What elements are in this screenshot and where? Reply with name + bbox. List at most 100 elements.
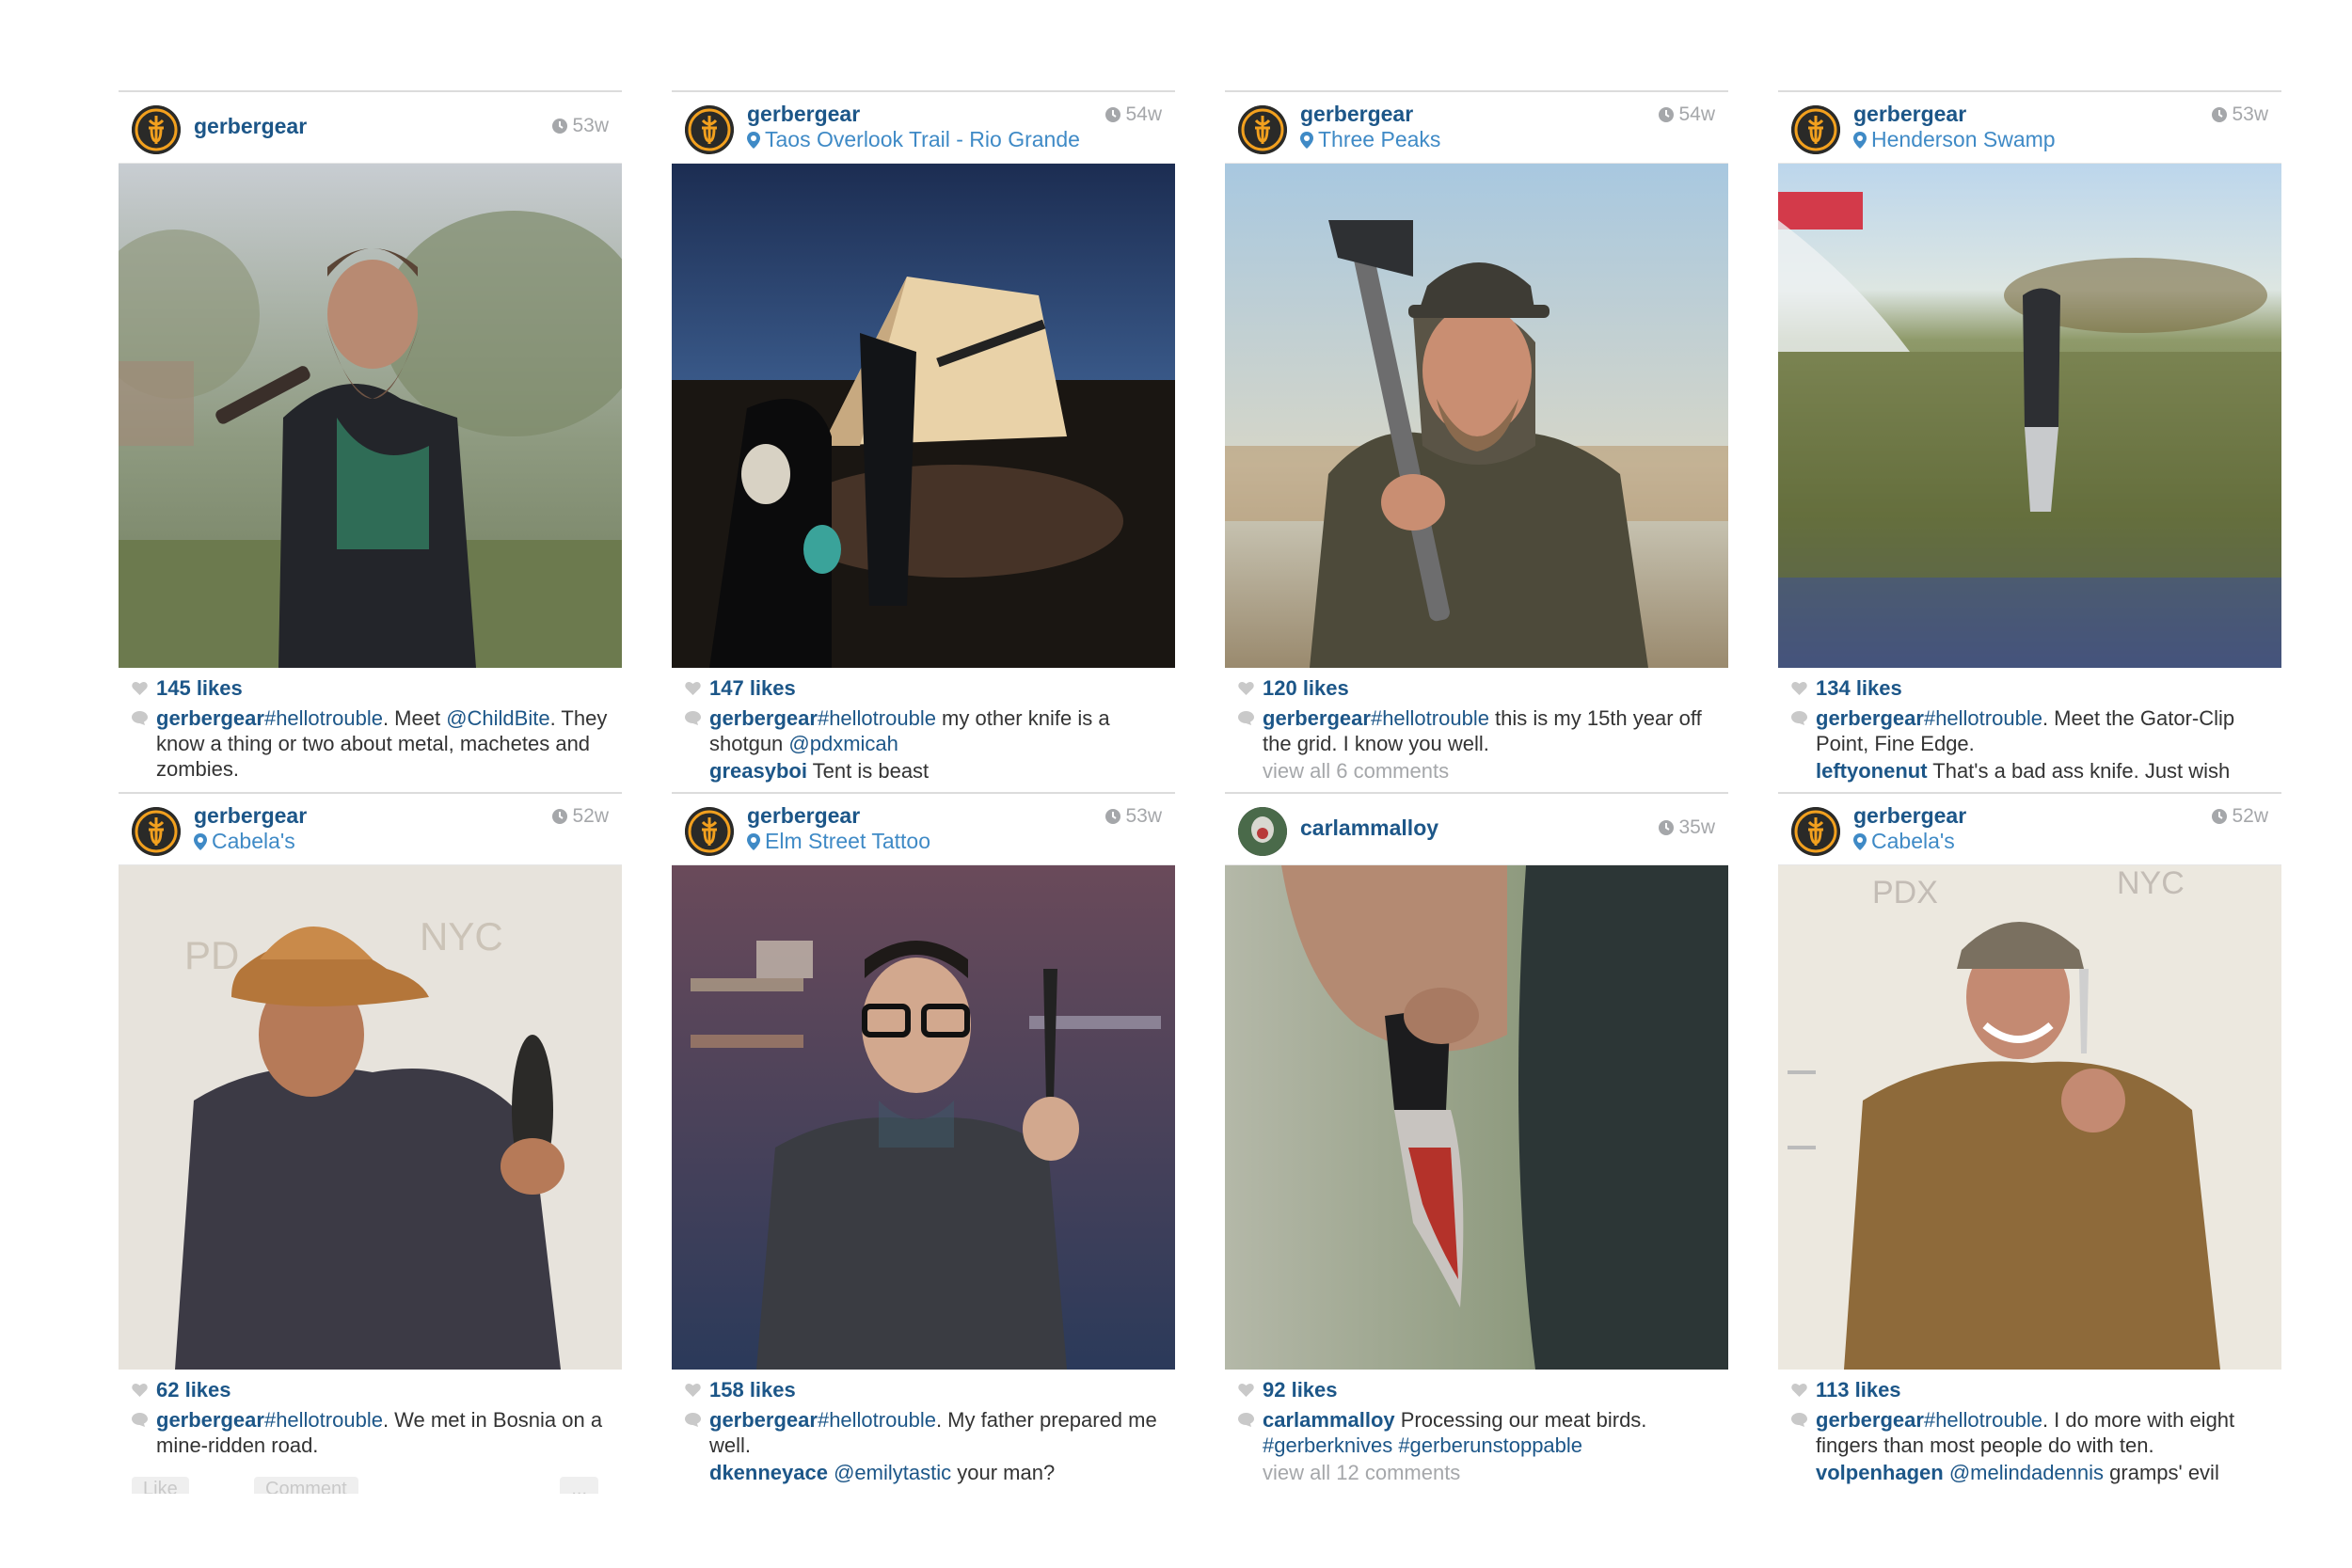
comment-text: That's a bad ass knife. Just wish — [1927, 759, 2231, 783]
likes-label: 147 likes — [709, 676, 796, 700]
gerber-logo-icon[interactable] — [1791, 105, 1840, 154]
post-username[interactable]: carlammalloy — [1300, 816, 1438, 841]
caption-username[interactable]: gerbergear — [1816, 1408, 1924, 1432]
like-button[interactable]: Like — [132, 1477, 189, 1494]
caption-username[interactable]: gerbergear — [709, 706, 818, 730]
heart-icon — [1238, 1378, 1263, 1402]
heart-icon — [685, 676, 709, 700]
gerber-logo-icon[interactable] — [132, 105, 181, 154]
caption-username[interactable]: gerbergear — [709, 1408, 818, 1432]
post-location[interactable]: Three Peaks — [1300, 127, 1440, 152]
post-username[interactable]: gerbergear — [1853, 803, 1966, 829]
post-username[interactable]: gerbergear — [1853, 102, 1966, 127]
post-username[interactable]: gerbergear — [194, 114, 307, 139]
caption-hashtag-link[interactable]: #hellotrouble — [818, 706, 936, 730]
likes-count[interactable]: 158 likes — [685, 1377, 1162, 1403]
caption-hashtag-link[interactable]: #hellotrouble — [1924, 1408, 2042, 1432]
post-header: carlammalloy 35w — [1225, 792, 1728, 865]
location-label: Henderson Swamp — [1871, 127, 2056, 151]
post-meta: 147 likes gerbergear#hellotrouble my oth… — [672, 668, 1175, 784]
avatar[interactable] — [1238, 807, 1287, 856]
post-header: gerbergear 53w — [119, 90, 622, 164]
comment-username[interactable]: leftyonenut — [1816, 759, 1928, 783]
post-username[interactable]: gerbergear — [747, 803, 860, 829]
heart-icon — [685, 1378, 709, 1402]
caption-username[interactable]: gerbergear — [1816, 706, 1924, 730]
more-options-button[interactable]: ... — [560, 1477, 598, 1494]
likes-count[interactable]: 62 likes — [132, 1377, 609, 1403]
post-location[interactable]: Cabela's — [194, 829, 295, 854]
caption-username[interactable]: gerbergear — [156, 1408, 264, 1432]
post-photo[interactable] — [1225, 164, 1728, 668]
likes-count[interactable]: 92 likes — [1238, 1377, 1715, 1403]
post-username[interactable]: gerbergear — [747, 102, 860, 127]
post-location[interactable]: Elm Street Tattoo — [747, 829, 930, 854]
view-all-comments-link[interactable]: view all 6 comments — [1238, 758, 1715, 784]
caption-hashtag-link[interactable]: #hellotrouble — [818, 1408, 936, 1432]
gerber-logo-icon[interactable] — [685, 807, 734, 856]
caption-username[interactable]: gerbergear — [156, 706, 264, 730]
likes-label: 145 likes — [156, 676, 243, 700]
caption-hashtag-link[interactable]: #hellotrouble — [264, 1408, 383, 1432]
gerber-logo-icon[interactable] — [685, 105, 734, 154]
comment-username[interactable]: volpenhagen — [1816, 1461, 1944, 1484]
post-photo[interactable]: PDX NYC — [1778, 865, 2281, 1370]
comment-row: volpenhagen @melindadennis gramps' evil — [1791, 1460, 2268, 1485]
post-photo[interactable] — [672, 164, 1175, 668]
comment-mention-link[interactable]: @emilytastic — [834, 1461, 951, 1484]
post-username[interactable]: gerbergear — [1300, 102, 1413, 127]
gerber-logo-icon[interactable] — [1791, 807, 1840, 856]
comment-bubble-icon — [132, 706, 156, 730]
post-caption: gerbergear#hellotrouble. I do more with … — [1791, 1407, 2268, 1458]
post-caption: gerbergear#hellotrouble my other knife i… — [685, 705, 1162, 756]
likes-count[interactable]: 120 likes — [1238, 675, 1715, 702]
caption-username[interactable]: carlammalloy — [1263, 1408, 1395, 1432]
likes-count[interactable]: 113 likes — [1791, 1377, 2268, 1403]
caption-hashtag-link[interactable]: #hellotrouble — [1924, 706, 2042, 730]
comment-text: Tent is beast — [806, 759, 930, 783]
comment-username[interactable]: greasyboi — [709, 759, 807, 783]
comment-row: leftyonenut That's a bad ass knife. Just… — [1791, 758, 2268, 784]
caption-hashtag-link[interactable]: @pdxmicah — [788, 732, 898, 755]
comment-username[interactable]: dkenneyace — [709, 1461, 828, 1484]
post-card: carlammalloy 35w 92 likes carlammalloy Pr… — [1225, 792, 1728, 1494]
caption-hashtag-link[interactable]: @ChildBite — [446, 706, 549, 730]
clock-icon — [2212, 805, 2232, 827]
view-all-comments-link[interactable]: view all 12 comments — [1238, 1460, 1715, 1485]
post-photo[interactable] — [1225, 865, 1728, 1370]
timestamp-label: 54w — [1125, 103, 1162, 125]
caption-username[interactable]: gerbergear — [1263, 706, 1371, 730]
post-photo[interactable] — [1778, 164, 2281, 668]
post-username[interactable]: gerbergear — [194, 803, 307, 829]
caption-hashtag-link[interactable]: #gerberknives — [1263, 1433, 1392, 1457]
location-label: Taos Overlook Trail - Rio Grande — [765, 127, 1080, 151]
post-header: gerbergear Cabela's 52w — [1778, 792, 2281, 865]
post-photo[interactable] — [119, 164, 622, 668]
caption-hashtag-link[interactable]: #gerberunstoppable — [1398, 1433, 1582, 1457]
post-header: gerbergear Elm Street Tattoo 53w — [672, 792, 1175, 865]
heart-icon — [132, 676, 156, 700]
likes-label: 158 likes — [709, 1378, 796, 1402]
comment-mention-link[interactable]: @melindadennis — [1949, 1461, 2104, 1484]
post-caption: gerbergear#hellotrouble. We met in Bosni… — [132, 1407, 609, 1458]
comment-bubble-icon — [685, 1408, 709, 1432]
location-pin-icon — [747, 829, 765, 853]
gerber-logo-icon[interactable] — [1238, 105, 1287, 154]
post-timestamp: 35w — [1659, 816, 1715, 839]
likes-label: 62 likes — [156, 1378, 231, 1402]
post-location[interactable]: Henderson Swamp — [1853, 127, 2056, 152]
caption-hashtag-link[interactable]: #hellotrouble — [264, 706, 383, 730]
comment-button[interactable]: Comment — [254, 1477, 358, 1494]
post-photo[interactable]: PD NYC — [119, 865, 622, 1370]
post-location[interactable]: Taos Overlook Trail - Rio Grande — [747, 127, 1080, 152]
post-meta: 145 likes gerbergear#hellotrouble. Meet … — [119, 668, 622, 782]
post-card: gerbergear Cabela's 52w PD NYC 62 likes gerb… — [119, 792, 622, 1494]
comment-row: greasyboi Tent is beast — [685, 758, 1162, 784]
caption-hashtag-link[interactable]: #hellotrouble — [1371, 706, 1489, 730]
gerber-logo-icon[interactable] — [132, 807, 181, 856]
post-photo[interactable] — [672, 865, 1175, 1370]
likes-count[interactable]: 145 likes — [132, 675, 609, 702]
likes-count[interactable]: 134 likes — [1791, 675, 2268, 702]
likes-count[interactable]: 147 likes — [685, 675, 1162, 702]
post-location[interactable]: Cabela's — [1853, 829, 1955, 854]
